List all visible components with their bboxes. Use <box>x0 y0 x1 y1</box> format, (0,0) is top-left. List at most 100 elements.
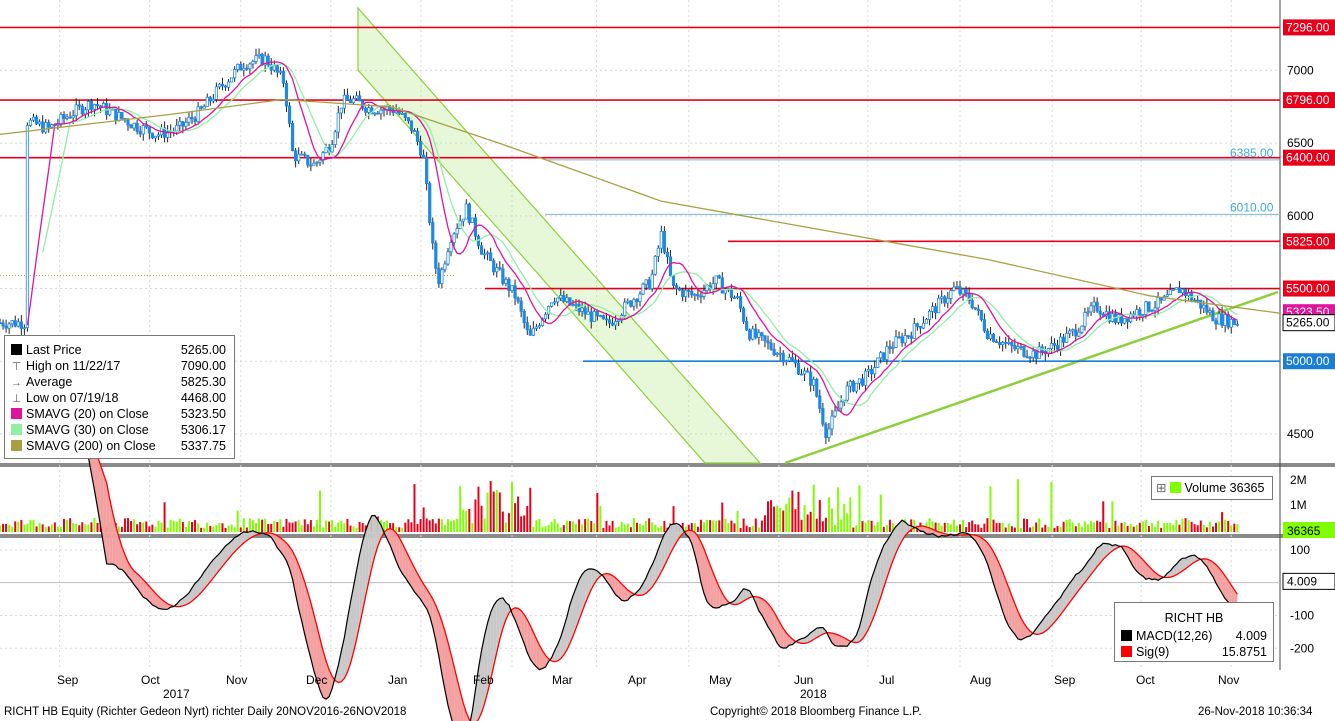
candle-body <box>501 268 505 284</box>
candle-body <box>437 267 441 285</box>
month-label: Jan <box>388 673 407 687</box>
candle-body <box>486 252 490 255</box>
volume-bar <box>230 524 233 532</box>
volume-bar <box>419 519 422 532</box>
volume-bar <box>69 518 72 532</box>
volume-bar <box>492 491 495 532</box>
candle-body <box>769 342 773 350</box>
volume-bar <box>398 527 401 532</box>
year-label: 2018 <box>800 687 827 701</box>
volume-bar <box>1123 521 1126 532</box>
volume-bar <box>1096 520 1099 532</box>
candle-body <box>790 357 794 361</box>
candle-body <box>824 423 828 438</box>
candle-body <box>809 371 813 386</box>
volume-bar <box>626 523 629 532</box>
volume-bar <box>248 518 251 532</box>
candle-body <box>1071 329 1075 332</box>
volume-bar <box>1114 520 1117 532</box>
volume-bar <box>139 522 142 532</box>
volume-bar <box>163 502 166 532</box>
candle-body <box>1077 331 1081 337</box>
volume-bar <box>477 486 480 532</box>
month-label: Aug <box>970 673 991 687</box>
candle-body <box>364 107 368 113</box>
candle-body <box>41 121 45 133</box>
volume-bar <box>1041 527 1044 532</box>
candle-body <box>1147 301 1151 312</box>
candle-body <box>1153 307 1157 311</box>
candle-body <box>522 310 526 324</box>
candle-body <box>668 256 673 277</box>
month-label: Oct <box>1136 673 1155 687</box>
volume-bar <box>468 508 471 532</box>
candle-body <box>1174 287 1178 290</box>
volume-bar <box>495 490 498 532</box>
volume-bar <box>187 521 190 532</box>
volume-bar <box>20 519 23 532</box>
candle-body <box>358 95 362 102</box>
volume-bar <box>279 519 282 532</box>
volume-bar <box>1093 522 1096 532</box>
volume-bar <box>1108 527 1111 532</box>
volume-bar <box>831 508 833 532</box>
candle-body <box>574 303 578 306</box>
legend-value: 5306.17 <box>180 423 226 437</box>
volume-bar <box>559 527 562 532</box>
expand-icon[interactable]: ⊞ <box>1156 481 1166 495</box>
candle-body <box>230 77 234 83</box>
volume-bar <box>1178 524 1181 532</box>
volume-bar <box>773 506 776 532</box>
volume-bar <box>581 524 584 532</box>
candle-body <box>879 352 883 359</box>
candle-body <box>979 310 983 321</box>
volume-bar <box>1172 524 1175 532</box>
candle-body <box>623 301 627 316</box>
candle-body <box>851 381 855 392</box>
candle-body <box>89 100 94 110</box>
volume-bar <box>544 526 547 532</box>
candle-body <box>735 296 740 298</box>
volume-bar <box>297 520 300 532</box>
volume-bar <box>1202 524 1205 532</box>
candle-body <box>59 114 63 125</box>
volume-bar <box>806 514 809 532</box>
candle-body <box>175 125 179 132</box>
volume-bar <box>157 520 160 532</box>
candle-body <box>882 352 886 360</box>
candle-body <box>873 367 877 375</box>
candle-body <box>699 295 703 298</box>
candle-body <box>1086 311 1090 314</box>
volume-bar <box>1141 521 1144 532</box>
legend-swatch <box>11 344 22 355</box>
candle-body <box>860 378 865 386</box>
volume-bar <box>66 520 69 532</box>
volume-bar <box>1019 527 1022 532</box>
volume-bar <box>309 520 312 532</box>
volume-bar <box>337 522 340 532</box>
volume-bar <box>940 525 943 532</box>
candle-body <box>1217 313 1221 325</box>
volume-bar <box>846 513 849 532</box>
volume-bar <box>517 496 520 532</box>
candle-body <box>1214 320 1218 325</box>
volume-bar <box>261 519 264 532</box>
volume-bar <box>657 527 660 532</box>
candle-body <box>144 125 148 128</box>
high-marker-icon: ⊤ <box>11 361 22 373</box>
volume-bar <box>858 485 861 532</box>
volume-bar <box>1218 521 1221 532</box>
candle-body <box>242 67 246 71</box>
candle-body <box>617 319 621 322</box>
volume-bar <box>1074 526 1077 532</box>
volume-bar <box>1056 526 1059 532</box>
candle-body <box>126 119 130 126</box>
volume-bar <box>44 527 47 532</box>
legend-value: 5825.30 <box>180 375 226 389</box>
candle-body <box>68 116 72 119</box>
candle-body <box>342 94 346 109</box>
candle-body <box>1068 330 1072 334</box>
volume-bar <box>962 520 965 532</box>
volume-bar <box>1211 526 1214 532</box>
volume-bar <box>334 526 337 532</box>
